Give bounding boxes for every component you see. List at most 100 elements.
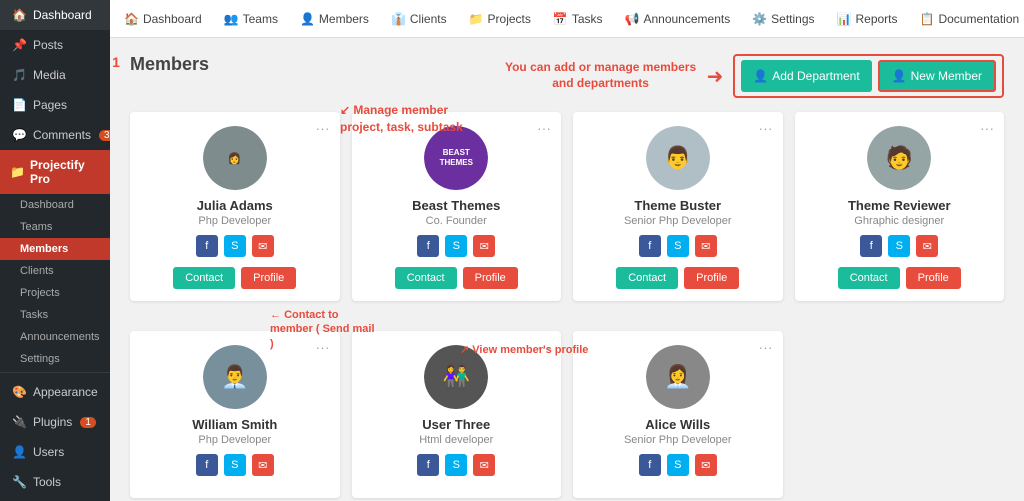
contact-button[interactable]: Contact [838, 267, 900, 289]
skype-icon[interactable]: S [888, 235, 910, 257]
member-name: Theme Buster [583, 198, 773, 213]
email-icon[interactable]: ✉ [916, 235, 938, 257]
nav-dashboard[interactable]: 🏠 Dashboard [122, 8, 204, 30]
sidebar-item-posts[interactable]: 📌 Posts [0, 30, 110, 60]
nav-announcements[interactable]: 📢 Announcements [623, 8, 733, 30]
profile-annotation: ↗ View member's profile [460, 343, 588, 356]
member-name: Beast Themes [362, 198, 552, 213]
profile-button[interactable]: Profile [684, 267, 739, 289]
sidebar-item-tools[interactable]: 🔧 Tools [0, 467, 110, 497]
skype-icon[interactable]: S [224, 235, 246, 257]
member-avatar: 👩 [203, 126, 267, 190]
nav-tasks[interactable]: 📅 Tasks [551, 8, 605, 30]
sidebar-sub-settings[interactable]: Settings [0, 348, 110, 370]
nav-projects[interactable]: 📁 Projects [467, 8, 533, 30]
sidebar-item-comments[interactable]: 💬 Comments 3 [0, 120, 110, 150]
sidebar-item-plugins[interactable]: 🔌 Plugins 1 [0, 407, 110, 437]
member-card: ··· 👫 User Three Html developer f S ✉ [352, 331, 562, 498]
facebook-icon[interactable]: f [196, 454, 218, 476]
nav-tasks-icon: 📅 [553, 12, 568, 26]
nav-label: Announcements [643, 12, 730, 26]
email-icon[interactable]: ✉ [473, 235, 495, 257]
member-avatar: 👩‍💼 [646, 345, 710, 409]
facebook-icon[interactable]: f [196, 235, 218, 257]
sidebar-item-pages[interactable]: 📄 Pages [0, 90, 110, 120]
member-avatar: 👨 [646, 126, 710, 190]
contact-button[interactable]: Contact [616, 267, 678, 289]
profile-button[interactable]: Profile [906, 267, 961, 289]
arrow-right-icon: ➜ [707, 64, 724, 89]
skype-icon[interactable]: S [667, 235, 689, 257]
dashboard-icon: 🏠 [12, 8, 27, 22]
member-role: Php Developer [140, 215, 330, 227]
email-icon[interactable]: ✉ [695, 454, 717, 476]
sidebar-sub-announcements[interactable]: Announcements [0, 326, 110, 348]
facebook-icon[interactable]: f [417, 454, 439, 476]
card-menu-dots[interactable]: ··· [316, 120, 330, 136]
skype-icon[interactable]: S [445, 235, 467, 257]
member-socials: f S ✉ [583, 454, 773, 476]
member-card: ··· BEASTTHEMES Beast Themes Co. Founder… [352, 112, 562, 301]
email-icon[interactable]: ✉ [252, 454, 274, 476]
skype-icon[interactable]: S [445, 454, 467, 476]
comments-badge: 3 [99, 130, 110, 141]
skype-icon[interactable]: S [224, 454, 246, 476]
nav-documentation[interactable]: 📋 Documentation [918, 8, 1022, 30]
facebook-icon[interactable]: f [639, 454, 661, 476]
card-menu-dots[interactable]: ··· [980, 120, 994, 136]
contact-button[interactable]: Contact [395, 267, 457, 289]
member-role: Co. Founder [362, 215, 552, 227]
member-role: Php Developer [140, 434, 330, 446]
nav-dashboard-icon: 🏠 [124, 12, 139, 26]
sidebar-item-users[interactable]: 👤 Users [0, 437, 110, 467]
member-socials: f S ✉ [805, 235, 995, 257]
avatar-image: 👩 [203, 126, 267, 190]
plugins-badge: 1 [80, 417, 96, 428]
projectify-header[interactable]: 📁 Projectify Pro [0, 150, 110, 194]
sidebar-sub-members[interactable]: Members [0, 238, 110, 260]
content-area: Members → Step 1 You can add or manage m… [110, 38, 1024, 501]
avatar-image: 🧑 [867, 126, 931, 190]
projectify-label: Projectify Pro [30, 158, 100, 186]
member-card: ··· 👨 Theme Buster Senior Php Developer … [573, 112, 783, 301]
email-icon[interactable]: ✉ [252, 235, 274, 257]
card-menu-dots[interactable]: ··· [759, 120, 773, 136]
email-icon[interactable]: ✉ [473, 454, 495, 476]
card-menu-dots[interactable]: ··· [759, 339, 773, 355]
facebook-icon[interactable]: f [860, 235, 882, 257]
sidebar-sub-dashboard[interactable]: Dashboard [0, 194, 110, 216]
sidebar-sub-tasks[interactable]: Tasks [0, 304, 110, 326]
member-role: Senior Php Developer [583, 434, 773, 446]
sidebar-item-dashboard[interactable]: 🏠 Dashboard [0, 0, 110, 30]
sidebar-sub-projects[interactable]: Projects [0, 282, 110, 304]
contact-annotation: ← Contact to member ( Send mail ) [270, 308, 380, 351]
card-buttons: Contact Profile [805, 267, 995, 289]
nav-teams-icon: 👥 [224, 12, 239, 26]
skype-icon[interactable]: S [667, 454, 689, 476]
header-action-box: 👤 Add Department 👤 New Member [733, 54, 1004, 98]
nav-announcements-icon: 📢 [625, 12, 640, 26]
sidebar-item-settings[interactable]: ⚙️ Settings [0, 497, 110, 501]
card-menu-dots[interactable]: ··· [537, 120, 551, 136]
nav-clients[interactable]: 👔 Clients [389, 8, 449, 30]
profile-button[interactable]: Profile [241, 267, 296, 289]
member-socials: f S ✉ [140, 454, 330, 476]
facebook-icon[interactable]: f [639, 235, 661, 257]
nav-teams[interactable]: 👥 Teams [222, 8, 280, 30]
nav-members-icon: 👤 [300, 12, 315, 26]
add-department-button[interactable]: 👤 Add Department [741, 60, 871, 92]
contact-button[interactable]: Contact [173, 267, 235, 289]
email-icon[interactable]: ✉ [695, 235, 717, 257]
facebook-icon[interactable]: f [417, 235, 439, 257]
member-socials: f S ✉ [362, 235, 552, 257]
new-member-button[interactable]: 👤 New Member [878, 60, 996, 92]
sidebar-sub-clients[interactable]: Clients [0, 260, 110, 282]
sidebar-item-media[interactable]: 🎵 Media [0, 60, 110, 90]
sidebar-label: Tools [33, 475, 61, 489]
nav-reports[interactable]: 📊 Reports [835, 8, 900, 30]
sidebar-item-appearance[interactable]: 🎨 Appearance [0, 377, 110, 407]
nav-members[interactable]: 👤 Members [298, 8, 371, 30]
sidebar-sub-teams[interactable]: Teams [0, 216, 110, 238]
nav-settings[interactable]: ⚙️ Settings [750, 8, 816, 30]
profile-button[interactable]: Profile [463, 267, 518, 289]
